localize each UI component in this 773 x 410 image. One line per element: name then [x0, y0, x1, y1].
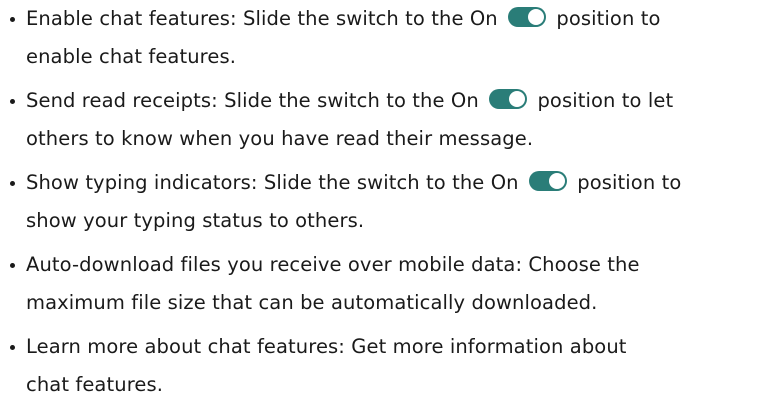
item-text: position to [577, 171, 682, 194]
item-line-1: Show typing indicators: Slide the switch… [26, 164, 773, 202]
toggle-on-icon [489, 89, 528, 109]
item-line-1: Enable chat features: Slide the switch t… [26, 0, 773, 38]
item-line-2: others to know when you have read their … [26, 127, 534, 150]
bullet [10, 345, 15, 350]
item-line-2: maximum file size that can be automatica… [26, 291, 598, 314]
bullet [10, 181, 15, 186]
item-text: Enable chat features: Slide the switch t… [26, 7, 498, 30]
list-item-typing-indicators: Show typing indicators: Slide the switch… [10, 164, 773, 240]
toggle-knob [528, 9, 545, 25]
item-line-1: Auto-download files you receive over mob… [26, 253, 640, 276]
item-text: position to let [537, 89, 674, 112]
toggle-on-icon [528, 171, 567, 191]
item-line-2: enable chat features. [26, 45, 237, 68]
item-line-2: chat features. [26, 373, 164, 396]
item-line-1: Send read receipts: Slide the switch to … [26, 82, 773, 120]
list-item-read-receipts: Send read receipts: Slide the switch to … [10, 82, 773, 158]
toggle-on-icon [508, 7, 547, 27]
bullet [10, 263, 15, 268]
list-item-enable-chat: Enable chat features: Slide the switch t… [10, 0, 773, 76]
item-line-2: show your typing status to others. [26, 209, 365, 232]
chat-features-list: Enable chat features: Slide the switch t… [10, 0, 773, 410]
toggle-knob [548, 173, 565, 189]
bullet [10, 17, 15, 22]
bullet [10, 99, 15, 104]
toggle-knob [509, 91, 526, 107]
item-text: Send read receipts: Slide the switch to … [26, 89, 479, 112]
item-text: position to [556, 7, 661, 30]
list-item-auto-download: Auto-download files you receive over mob… [10, 246, 773, 322]
item-line-1: Learn more about chat features: Get more… [26, 335, 627, 358]
item-text: Show typing indicators: Slide the switch… [26, 171, 519, 194]
list-item-learn-more: Learn more about chat features: Get more… [10, 328, 773, 404]
